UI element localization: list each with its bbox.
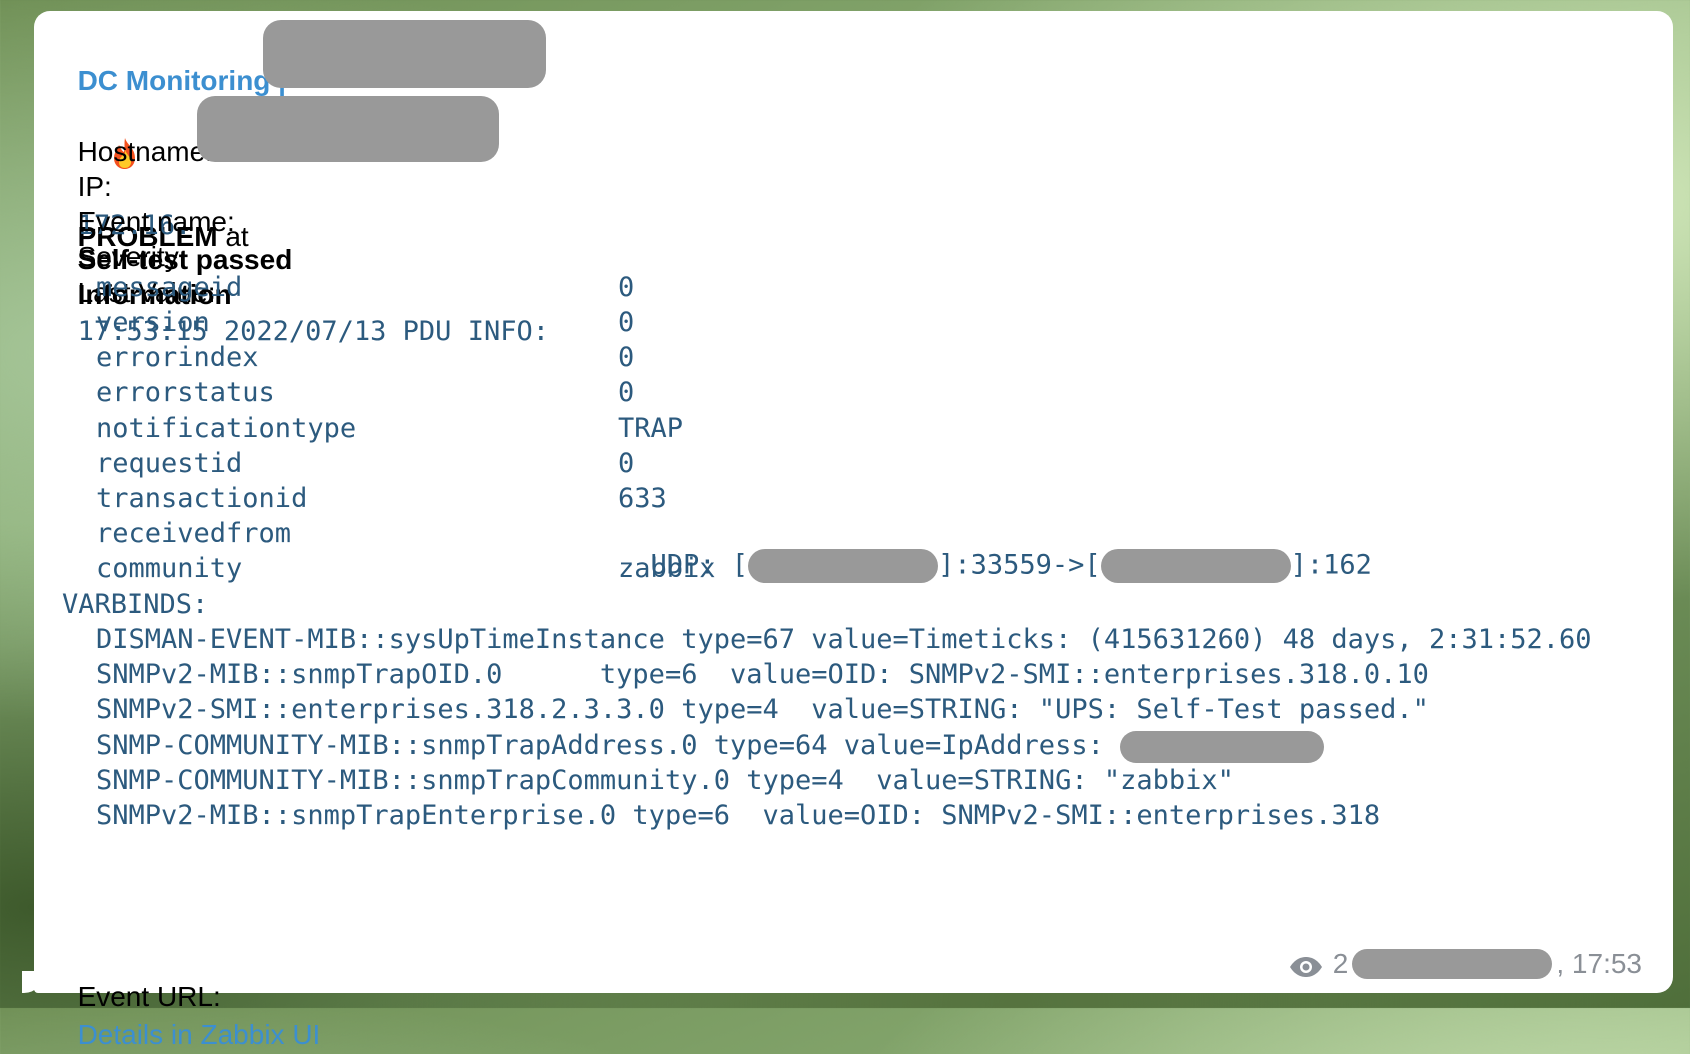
pdu-key: notificationtype: [96, 413, 357, 444]
pdu-value: 0: [618, 272, 635, 303]
received-from-suffix: ]:162: [1290, 549, 1372, 581]
pdu-value: TRAP: [618, 413, 684, 444]
pdu-key: requestid: [96, 448, 243, 479]
event-url-link[interactable]: Details in Zabbix UI: [78, 1019, 321, 1050]
views-count-prefix: 2: [1332, 948, 1349, 979]
pdu-value: 0: [618, 307, 635, 338]
event-url-line: Event URL: Details in Zabbix UI: [62, 940, 321, 1054]
background: { "header": { "channel_title": "DC Monit…: [0, 0, 1690, 1050]
eye-icon: [1289, 953, 1323, 977]
pdu-value: 0: [618, 377, 635, 408]
received-from-middle: ]:33559->[: [938, 549, 1101, 581]
pdu-value: 0: [618, 342, 635, 373]
varbind-line-text: SNMP-COMMUNITY-MIB::snmpTrapAddress.0 ty…: [96, 730, 1121, 761]
varbind-line: SNMPv2-MIB::snmpTrapEnterprise.0 type=6 …: [96, 800, 1381, 831]
varbinds-label: VARBINDS:: [62, 589, 209, 620]
event-url-label: Event URL:: [77, 981, 221, 1012]
message-time: , 17:53: [1556, 948, 1642, 979]
redacted-dest-ip: [1100, 549, 1291, 583]
pdu-value: 633: [618, 483, 667, 514]
varbind-line: SNMPv2-SMI::enterprises.318.2.3.3.0 type…: [96, 694, 1429, 725]
pdu-key: messageid: [96, 272, 243, 303]
varbind-line: SNMPv2-MIB::snmpTrapOID.0 type=6 value=O…: [96, 659, 1429, 690]
pdu-value: zabbix: [618, 553, 716, 584]
pdu-key: transactionid: [96, 483, 308, 514]
pdu-key: version: [96, 307, 210, 338]
redacted-views: [1352, 949, 1553, 979]
message-meta: 2 , 17:53: [1289, 944, 1642, 984]
varbind-line: SNMP-COMMUNITY-MIB::snmpTrapCommunity.0 …: [96, 765, 1234, 796]
varbind-line: DISMAN-EVENT-MIB::sysUpTimeInstance type…: [96, 624, 1592, 655]
pdu-key: community: [96, 553, 243, 584]
redacted-source-ip: [748, 549, 939, 583]
received-from-value: UDP: []:33559->[]:162: [618, 518, 1372, 583]
redacted-trap-address: [1120, 730, 1325, 763]
varbind-line: SNMP-COMMUNITY-MIB::snmpTrapAddress.0 ty…: [96, 730, 1325, 763]
pdu-key: receivedfrom: [96, 518, 292, 549]
redacted-hostname: [197, 96, 499, 162]
pdu-value: 0: [618, 448, 635, 479]
pdu-key: errorindex: [96, 342, 259, 373]
redacted-block: [263, 20, 546, 88]
pdu-key: errorstatus: [96, 377, 275, 408]
